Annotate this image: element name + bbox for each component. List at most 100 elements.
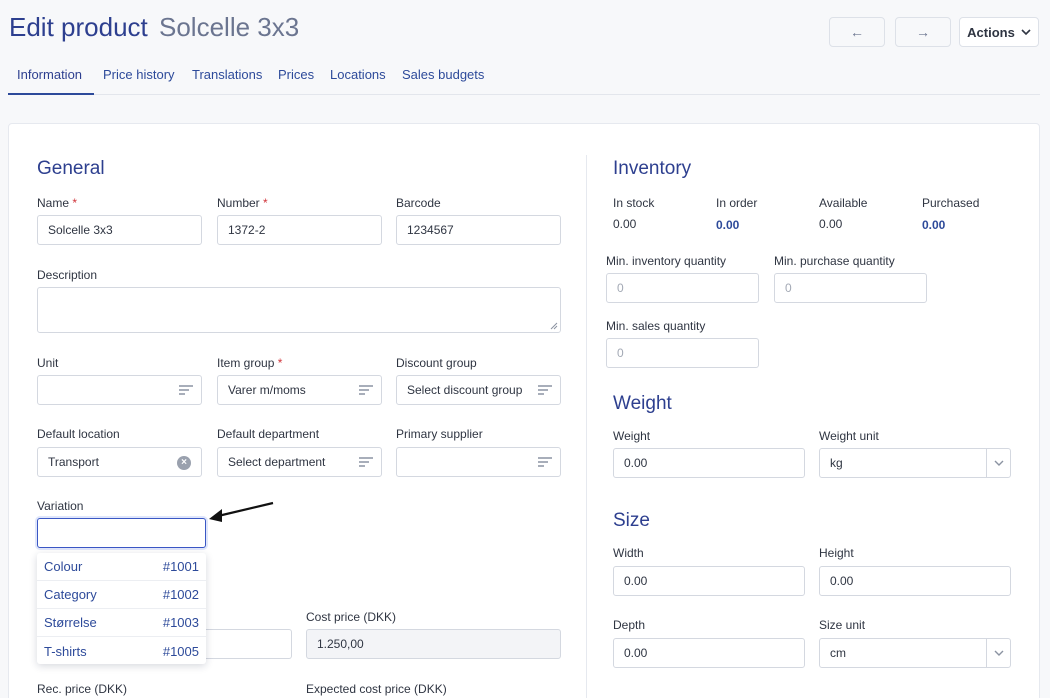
size-unit-value: cm bbox=[830, 646, 846, 660]
actions-button[interactable]: Actions bbox=[959, 17, 1039, 47]
list-filter-icon bbox=[359, 457, 373, 468]
depth-label: Depth bbox=[613, 618, 646, 632]
size-section-title: Size bbox=[613, 510, 650, 531]
variation-option[interactable]: Colour #1001 bbox=[37, 553, 206, 581]
purchased-value[interactable]: 0.00 bbox=[922, 218, 945, 232]
width-input[interactable]: 0.00 bbox=[613, 566, 805, 596]
min-inventory-label: Min. inventory quantity bbox=[606, 254, 727, 268]
required-mark: * bbox=[277, 356, 283, 370]
size-unit-select[interactable]: cm bbox=[819, 638, 1011, 668]
tab-price-history[interactable]: Price history bbox=[103, 67, 175, 82]
required-mark: * bbox=[263, 196, 268, 210]
list-filter-icon bbox=[179, 385, 193, 396]
tab-sales-budgets[interactable]: Sales budgets bbox=[402, 67, 484, 82]
available-value: 0.00 bbox=[819, 217, 843, 231]
tab-information[interactable]: Information bbox=[17, 67, 82, 82]
in-order-value[interactable]: 0.00 bbox=[716, 218, 739, 232]
height-input[interactable]: 0.00 bbox=[819, 566, 1011, 596]
available-label: Available bbox=[819, 196, 868, 210]
arrow-right-icon: → bbox=[916, 24, 930, 40]
purchased-label: Purchased bbox=[922, 196, 980, 210]
chevron-down-icon bbox=[986, 639, 1010, 667]
variation-label: Variation bbox=[37, 499, 84, 513]
required-mark: * bbox=[72, 196, 78, 210]
height-label: Height bbox=[819, 546, 854, 560]
min-sales-input[interactable]: 0 bbox=[606, 338, 759, 368]
variation-option[interactable]: Category #1002 bbox=[37, 581, 206, 609]
barcode-input[interactable]: 1234567 bbox=[396, 215, 561, 245]
description-label: Description bbox=[37, 268, 98, 282]
list-filter-icon bbox=[538, 385, 552, 396]
min-inventory-input[interactable]: 0 bbox=[606, 273, 759, 303]
column-divider bbox=[586, 155, 587, 698]
size-unit-label: Size unit bbox=[819, 618, 866, 632]
option-name: T-shirts bbox=[44, 643, 87, 659]
option-code: #1001 bbox=[162, 559, 199, 574]
weight-unit-label: Weight unit bbox=[819, 429, 879, 443]
price-input[interactable] bbox=[206, 629, 292, 659]
item-group-select[interactable]: Varer m/moms bbox=[217, 375, 382, 405]
page-subtitle: Solcelle 3x3 bbox=[159, 12, 300, 42]
name-label: Name * bbox=[37, 196, 78, 210]
next-button[interactable]: → bbox=[895, 17, 951, 47]
chevron-down-icon bbox=[1021, 28, 1031, 35]
variation-input[interactable] bbox=[37, 518, 206, 548]
item-group-value: Varer m/moms bbox=[228, 383, 306, 397]
depth-input[interactable]: 0.00 bbox=[613, 638, 805, 668]
cost-price-label: Cost price (DKK) bbox=[306, 610, 397, 624]
active-tab-indicator bbox=[8, 93, 94, 95]
item-group-label: Item group * bbox=[217, 356, 283, 370]
expected-cost-price-label: Expected cost price (DKK) bbox=[306, 682, 447, 696]
variation-option[interactable]: T-shirts #1005 bbox=[37, 637, 206, 665]
chevron-down-icon bbox=[986, 449, 1010, 477]
variation-dropdown: Colour #1001 Category #1002 Størrelse #1003… bbox=[37, 553, 206, 664]
name-input[interactable]: Solcelle 3x3 bbox=[37, 215, 202, 245]
default-location-select[interactable]: Transport × bbox=[37, 447, 202, 477]
unit-label: Unit bbox=[37, 356, 59, 370]
tab-locations[interactable]: Locations bbox=[330, 67, 386, 82]
in-stock-label: In stock bbox=[613, 196, 655, 210]
weight-label: Weight bbox=[613, 429, 651, 443]
arrow-left-icon: ← bbox=[850, 24, 864, 40]
tab-translations[interactable]: Translations bbox=[192, 67, 262, 82]
rec-price-label: Rec. price (DKK) bbox=[37, 682, 128, 696]
default-location-value: Transport bbox=[48, 455, 99, 469]
tabs-divider bbox=[8, 94, 1040, 95]
tab-prices[interactable]: Prices bbox=[278, 67, 314, 82]
general-section-title: General bbox=[37, 158, 105, 179]
default-location-label: Default location bbox=[37, 427, 120, 441]
option-code: #1002 bbox=[162, 587, 199, 602]
discount-group-placeholder: Select discount group bbox=[407, 383, 523, 397]
weight-input[interactable]: 0.00 bbox=[613, 448, 805, 478]
option-code: #1005 bbox=[162, 643, 199, 659]
option-name: Category bbox=[44, 587, 97, 602]
min-purchase-label: Min. purchase quantity bbox=[774, 254, 895, 268]
page-title: Edit product bbox=[9, 12, 148, 42]
option-code: #1003 bbox=[162, 615, 199, 630]
in-stock-value: 0.00 bbox=[613, 217, 637, 231]
variation-option[interactable]: Størrelse #1003 bbox=[37, 609, 206, 637]
weight-unit-select[interactable]: kg bbox=[819, 448, 1011, 478]
primary-supplier-label: Primary supplier bbox=[396, 427, 483, 441]
default-department-placeholder: Select department bbox=[228, 455, 326, 469]
number-input[interactable]: 1372-2 bbox=[217, 215, 382, 245]
discount-group-select[interactable]: Select discount group bbox=[396, 375, 561, 405]
width-label: Width bbox=[613, 546, 644, 560]
option-name: Colour bbox=[44, 559, 83, 574]
resize-grip-icon[interactable] bbox=[550, 322, 558, 330]
in-order-label: In order bbox=[716, 196, 758, 210]
min-purchase-input[interactable]: 0 bbox=[774, 273, 927, 303]
list-filter-icon bbox=[538, 457, 552, 468]
cost-price-input: 1.250,00 bbox=[306, 629, 561, 659]
min-sales-label: Min. sales quantity bbox=[606, 319, 706, 333]
description-textarea[interactable] bbox=[37, 287, 561, 333]
weight-unit-value: kg bbox=[830, 456, 843, 470]
clear-icon[interactable]: × bbox=[177, 456, 191, 470]
unit-select[interactable] bbox=[37, 375, 202, 405]
weight-section-title: Weight bbox=[613, 393, 672, 414]
primary-supplier-select[interactable] bbox=[396, 447, 561, 477]
default-department-select[interactable]: Select department bbox=[217, 447, 382, 477]
previous-button[interactable]: ← bbox=[829, 17, 885, 47]
barcode-label: Barcode bbox=[396, 196, 441, 210]
option-name: Størrelse bbox=[44, 615, 97, 630]
